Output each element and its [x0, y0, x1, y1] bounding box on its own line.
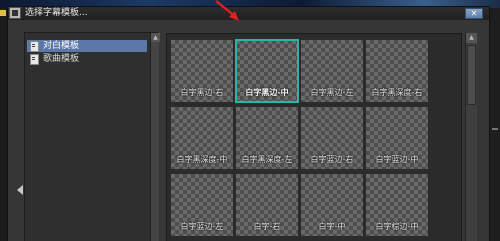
title-bar[interactable]: 选择字幕模板... ✕ [8, 7, 489, 20]
template-label: 白字黑边-右 [180, 88, 224, 97]
app-icon [9, 7, 21, 19]
template-label: 白字黑深度-左 [241, 155, 293, 164]
template-label: 白字-右 [253, 222, 281, 231]
template-tile[interactable]: 白字黑边-右 [171, 40, 233, 102]
background-tick [492, 128, 498, 130]
template-label: 白字黑深度-右 [371, 88, 423, 97]
close-button[interactable]: ✕ [465, 8, 483, 19]
template-tile[interactable]: 白字黑深度-中 [171, 107, 233, 169]
template-tile[interactable]: 白字黑深度-左 [236, 107, 298, 169]
sidebar-item-label: 歌曲模板 [43, 54, 80, 64]
dialog-body: 对白模板 歌曲模板 ▲ 白字黑边-右 白字黑边-中 白字黑边-左 白字黑深度-右… [8, 20, 489, 241]
template-label: 白字蓝边-右 [310, 155, 354, 164]
template-grid: 白字黑边-右 白字黑边-中 白字黑边-左 白字黑深度-右 白字黑深度-中 白字黑… [166, 33, 462, 241]
template-scrollbar[interactable]: ▲ [465, 33, 477, 241]
template-tile[interactable]: 白字蓝边-中 [366, 107, 428, 169]
template-tile[interactable]: 白字蓝边-右 [301, 107, 363, 169]
scroll-up-icon[interactable]: ▲ [466, 33, 477, 43]
template-label: 白字棕边-中 [375, 222, 419, 231]
template-file-icon [30, 41, 39, 52]
collapse-arrow-icon[interactable] [17, 185, 23, 195]
template-category-list: 对白模板 歌曲模板 [24, 32, 158, 241]
template-label: 白字黑边-中 [245, 88, 289, 97]
sidebar-item-label: 对白模板 [43, 41, 80, 51]
template-tile-selected[interactable]: 白字黑边-中 [235, 39, 299, 103]
sidebar-item-song[interactable]: 歌曲模板 [27, 53, 147, 65]
scroll-up-icon[interactable]: ▲ [151, 33, 160, 42]
template-tile[interactable]: 白字-中 [301, 174, 363, 236]
template-tile[interactable]: 白字-右 [236, 174, 298, 236]
template-label: 白字蓝边-左 [180, 222, 224, 231]
template-label: 白字-中 [318, 222, 346, 231]
template-tile[interactable]: 白字棕边-中 [366, 174, 428, 236]
background-right-edge [490, 8, 500, 241]
template-label: 白字黑深度-中 [176, 155, 228, 164]
pointer-arrow-icon [215, 0, 239, 21]
template-dialog: 选择字幕模板... ✕ 对白模板 歌曲模板 ▲ 白字黑边-右 白字黑边-中 白字… [7, 6, 490, 241]
template-label: 白字黑边-左 [310, 88, 354, 97]
background-marker [0, 10, 6, 16]
category-scrollbar[interactable]: ▲ [150, 33, 160, 241]
template-tile[interactable]: 白字蓝边-左 [171, 174, 233, 236]
dialog-title: 选择字幕模板... [25, 8, 88, 18]
template-tile[interactable]: 白字黑深度-右 [366, 40, 428, 102]
template-label: 白字蓝边-中 [375, 155, 419, 164]
template-file-icon [30, 54, 39, 65]
sidebar-item-dialogue[interactable]: 对白模板 [27, 40, 147, 52]
template-tile[interactable]: 白字黑边-左 [301, 40, 363, 102]
scrollbar-thumb[interactable] [467, 45, 476, 105]
